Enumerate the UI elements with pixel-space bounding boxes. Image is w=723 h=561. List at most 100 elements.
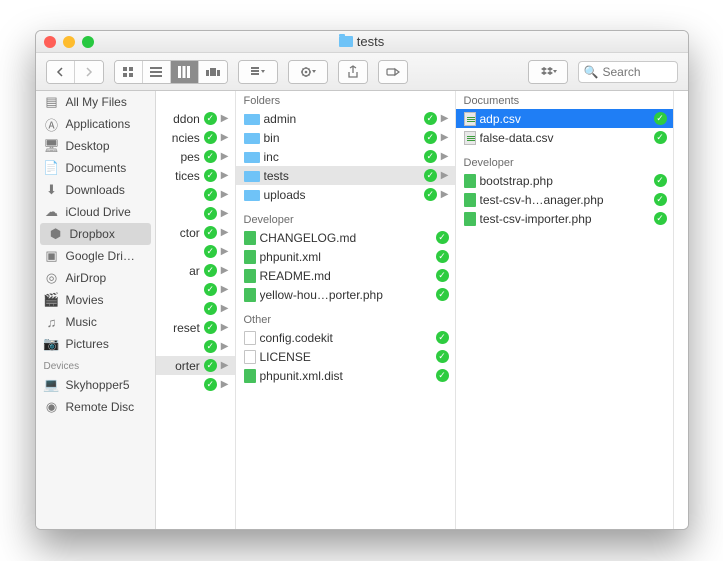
file-row[interactable]: uploads✓▶ bbox=[236, 185, 455, 204]
sidebar-item-skyhopper-[interactable]: 💻Skyhopper5 bbox=[36, 374, 155, 396]
sidebar-item-pictures[interactable]: 📷Pictures bbox=[36, 333, 155, 355]
sidebar-item-all-my-files[interactable]: ▤All My Files bbox=[36, 91, 155, 113]
share[interactable] bbox=[339, 61, 367, 83]
chevron-right-icon: ▶ bbox=[221, 360, 229, 371]
file-row[interactable]: ncies✓▶ bbox=[156, 128, 235, 147]
file-row[interactable]: tices✓▶ bbox=[156, 166, 235, 185]
file-row[interactable]: ctor✓▶ bbox=[156, 223, 235, 242]
column-2[interactable]: Documentsadp.csv✓false-data.csv✓Develope… bbox=[456, 91, 674, 529]
file-name: CHANGELOG.md bbox=[260, 231, 432, 245]
file-row[interactable]: orter✓▶ bbox=[156, 356, 235, 375]
chevron-right-icon: ▶ bbox=[441, 189, 449, 200]
file-row[interactable]: ✓▶ bbox=[156, 299, 235, 318]
sidebar[interactable]: ▤All My FilesⒶApplications🖥Desktop📄Docum… bbox=[36, 91, 156, 529]
folder-icon bbox=[339, 36, 353, 47]
column-1[interactable]: Foldersadmin✓▶bin✓▶inc✓▶tests✓▶uploads✓▶… bbox=[236, 91, 456, 529]
file-name: config.codekit bbox=[260, 331, 432, 345]
sidebar-item-icloud-drive[interactable]: ☁iCloud Drive bbox=[36, 201, 155, 223]
maximize-button[interactable] bbox=[82, 36, 94, 48]
file-row[interactable]: false-data.csv✓ bbox=[456, 128, 673, 147]
file-row[interactable]: README.md✓ bbox=[236, 266, 455, 285]
file-name: uploads bbox=[264, 188, 420, 202]
file-row[interactable]: ar✓▶ bbox=[156, 261, 235, 280]
sidebar-label: Desktop bbox=[66, 139, 110, 153]
sidebar-item-airdrop[interactable]: ◎AirDrop bbox=[36, 267, 155, 289]
sync-badge: ✓ bbox=[204, 245, 217, 258]
file-row[interactable]: test-csv-importer.php✓ bbox=[456, 209, 673, 228]
tags[interactable] bbox=[379, 61, 407, 83]
md-icon bbox=[244, 231, 256, 245]
airdrop-icon: ◎ bbox=[44, 270, 60, 286]
sidebar-item-google-dri-[interactable]: ▣Google Dri… bbox=[36, 245, 155, 267]
view-column[interactable] bbox=[171, 61, 199, 83]
sidebar-item-documents[interactable]: 📄Documents bbox=[36, 157, 155, 179]
file-name: bin bbox=[264, 131, 420, 145]
php-icon bbox=[464, 212, 476, 226]
sidebar-item-movies[interactable]: 🎬Movies bbox=[36, 289, 155, 311]
file-name: ncies bbox=[158, 131, 200, 145]
chevron-right-icon: ▶ bbox=[221, 246, 229, 257]
file-row[interactable]: phpunit.xml.dist✓ bbox=[236, 366, 455, 385]
sync-badge: ✓ bbox=[204, 264, 217, 277]
sidebar-item-desktop[interactable]: 🖥Desktop bbox=[36, 135, 155, 157]
arrange-dropdown[interactable] bbox=[239, 61, 277, 83]
file-name: ctor bbox=[158, 226, 200, 240]
sync-badge: ✓ bbox=[204, 302, 217, 315]
folder-icon bbox=[244, 171, 260, 182]
file-row[interactable]: ✓▶ bbox=[156, 280, 235, 299]
file-row[interactable]: config.codekit✓ bbox=[236, 328, 455, 347]
forward-button[interactable] bbox=[75, 61, 103, 83]
file-row[interactable]: ✓▶ bbox=[156, 204, 235, 223]
file-name: inc bbox=[264, 150, 420, 164]
sync-badge: ✓ bbox=[424, 169, 437, 182]
file-row[interactable]: bootstrap.php✓ bbox=[456, 171, 673, 190]
sync-badge: ✓ bbox=[204, 150, 217, 163]
php-icon bbox=[464, 193, 476, 207]
file-row[interactable]: bin✓▶ bbox=[236, 128, 455, 147]
finder-window: tests 🔍 bbox=[35, 30, 689, 530]
back-button[interactable] bbox=[47, 61, 75, 83]
file-row[interactable]: reset✓▶ bbox=[156, 318, 235, 337]
file-row[interactable]: admin✓▶ bbox=[236, 109, 455, 128]
file-row[interactable]: ✓▶ bbox=[156, 185, 235, 204]
file-row[interactable]: adp.csv✓ bbox=[456, 109, 673, 128]
sidebar-item-downloads[interactable]: ⬇Downloads bbox=[36, 179, 155, 201]
file-row[interactable]: LICENSE✓ bbox=[236, 347, 455, 366]
sidebar-item-dropbox[interactable]: ⬢Dropbox bbox=[40, 223, 151, 245]
view-icon[interactable] bbox=[115, 61, 143, 83]
sidebar-item-music[interactable]: ♫ Music bbox=[36, 311, 155, 333]
file-row[interactable]: tests✓▶ bbox=[236, 166, 455, 185]
view-coverflow[interactable] bbox=[199, 61, 227, 83]
column-0[interactable]: ddon✓▶ncies✓▶pes✓▶tices✓▶✓▶✓▶ctor✓▶✓▶ar✓… bbox=[156, 91, 236, 529]
sidebar-item-applications[interactable]: ⒶApplications bbox=[36, 113, 155, 135]
arrange-button bbox=[238, 60, 278, 84]
sync-badge: ✓ bbox=[436, 269, 449, 282]
dropbox-dropdown[interactable] bbox=[529, 61, 567, 83]
file-row[interactable]: ✓▶ bbox=[156, 375, 235, 394]
file-row[interactable]: ddon✓▶ bbox=[156, 109, 235, 128]
file-row[interactable]: ✓▶ bbox=[156, 242, 235, 261]
file-row[interactable]: ✓▶ bbox=[156, 337, 235, 356]
view-list[interactable] bbox=[143, 61, 171, 83]
file-row[interactable]: test-csv-h…anager.php✓ bbox=[456, 190, 673, 209]
sidebar-label: Music bbox=[66, 315, 97, 329]
sidebar-label: Movies bbox=[66, 293, 104, 307]
chevron-right-icon: ▶ bbox=[221, 284, 229, 295]
minimize-button[interactable] bbox=[63, 36, 75, 48]
action-dropdown[interactable] bbox=[289, 61, 327, 83]
file-row[interactable]: pes✓▶ bbox=[156, 147, 235, 166]
sync-badge: ✓ bbox=[436, 288, 449, 301]
close-button[interactable] bbox=[44, 36, 56, 48]
content: ▤All My FilesⒶApplications🖥Desktop📄Docum… bbox=[36, 91, 688, 529]
file-row[interactable]: CHANGELOG.md✓ bbox=[236, 228, 455, 247]
apps-icon: Ⓐ bbox=[44, 116, 60, 132]
music-icon: ♫ bbox=[44, 314, 60, 330]
file-name: ddon bbox=[158, 112, 200, 126]
file-row[interactable]: yellow-hou…porter.php✓ bbox=[236, 285, 455, 304]
php-icon bbox=[244, 369, 256, 383]
sidebar-item-remote-disc[interactable]: ◉Remote Disc bbox=[36, 396, 155, 418]
titlebar[interactable]: tests bbox=[36, 31, 688, 53]
sync-badge: ✓ bbox=[654, 131, 667, 144]
file-row[interactable]: phpunit.xml✓ bbox=[236, 247, 455, 266]
file-row[interactable]: inc✓▶ bbox=[236, 147, 455, 166]
